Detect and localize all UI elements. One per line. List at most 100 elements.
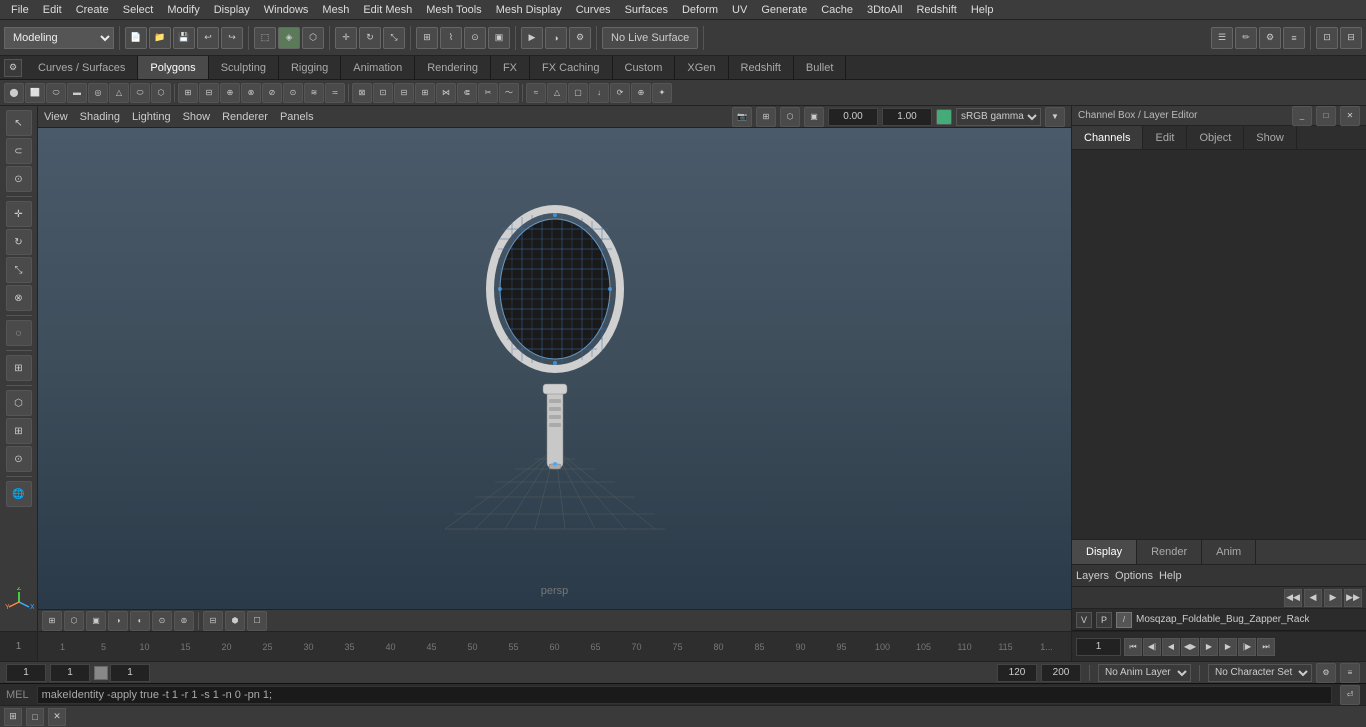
channel-box-close[interactable]: ✕ (1340, 106, 1360, 126)
torus-tool[interactable]: ◎ (88, 83, 108, 103)
menu-select[interactable]: Select (116, 0, 161, 19)
select-by-component-button[interactable]: ⬡ (302, 27, 324, 49)
layers-menu[interactable]: Layers (1076, 570, 1109, 582)
vp-wireframe-button[interactable]: ⬢ (225, 611, 245, 631)
anim-prefs[interactable]: ≡ (1340, 663, 1360, 683)
channel-box-minimize[interactable]: _ (1292, 106, 1312, 126)
rotate-button[interactable]: ↻ (6, 229, 32, 255)
tab-curves-surfaces[interactable]: Curves / Surfaces (26, 56, 138, 79)
new-file-button[interactable]: 📄 (125, 27, 147, 49)
tab-xgen[interactable]: XGen (675, 56, 728, 79)
save-file-button[interactable]: 💾 (173, 27, 195, 49)
append-polygon-tool[interactable]: ⊕ (220, 83, 240, 103)
menu-mesh-display[interactable]: Mesh Display (489, 0, 569, 19)
open-file-button[interactable]: 📁 (149, 27, 171, 49)
play-forward-button[interactable]: ▶ (1200, 638, 1218, 656)
tab-fx-caching[interactable]: FX Caching (530, 56, 612, 79)
vp-wire-button[interactable]: ⬡ (780, 107, 800, 127)
render-current-button[interactable]: ▶ (521, 27, 543, 49)
vp-bottom-btn3[interactable]: ▣ (86, 611, 106, 631)
go-end-button[interactable]: ⏭ (1257, 638, 1275, 656)
vp-bottom-btn4[interactable]: ◑ (108, 611, 128, 631)
tab-object[interactable]: Object (1187, 126, 1244, 149)
options-menu[interactable]: Options (1115, 570, 1153, 582)
tab-channels[interactable]: Channels (1072, 126, 1143, 149)
target-weld-tool[interactable]: ⋈ (436, 83, 456, 103)
tab-sculpting[interactable]: Sculpting (209, 56, 279, 79)
frame-num-input[interactable] (50, 664, 90, 682)
anim-layer-dropdown[interactable]: No Anim Layer (1098, 664, 1191, 682)
vp-isolate-button[interactable]: ⊚ (174, 611, 194, 631)
bevel-tool[interactable]: ⋐ (457, 83, 477, 103)
vp-bottom-btn5[interactable]: ◐ (130, 611, 150, 631)
remesh-tool[interactable]: ⟳ (610, 83, 630, 103)
menu-generate[interactable]: Generate (754, 0, 814, 19)
vp-settings-button[interactable]: ▼ (1045, 107, 1065, 127)
viewport-menu-renderer[interactable]: Renderer (222, 111, 268, 123)
move-tool-button[interactable]: ✛ (335, 27, 357, 49)
frame-selected-button[interactable]: ⊟ (1340, 27, 1362, 49)
go-start-button[interactable]: ⏮ (1124, 638, 1142, 656)
command-input[interactable] (37, 686, 1332, 704)
tab-rendering[interactable]: Rendering (415, 56, 491, 79)
layer-item[interactable]: V P / Mosqzap_Foldable_Bug_Zapper_Rack (1072, 609, 1366, 631)
gamma-input[interactable] (828, 108, 878, 126)
snap-settings-button[interactable]: ⬡ (6, 390, 32, 416)
vp-grid-button[interactable]: ⊞ (756, 107, 776, 127)
frame-all-button[interactable]: ⊡ (1316, 27, 1338, 49)
cylinder-tool[interactable]: ⬭ (46, 83, 66, 103)
layer-color-swatch[interactable]: / (1116, 612, 1132, 628)
layer-back-button[interactable]: ◀ (1304, 589, 1322, 607)
layer-forward-button[interactable]: ▶ (1324, 589, 1342, 607)
disk-tool[interactable]: ⬭ (130, 83, 150, 103)
universal-manip-button[interactable]: ⊗ (6, 285, 32, 311)
fill-hole-tool[interactable]: ⊗ (241, 83, 261, 103)
show-manipulator-button[interactable]: ⊞ (6, 355, 32, 381)
soft-select-button[interactable]: ◌ (6, 320, 32, 346)
separate-tool[interactable]: ≍ (325, 83, 345, 103)
retopology-tool[interactable]: ⊕ (631, 83, 651, 103)
snap-grid-button[interactable]: ⊞ (416, 27, 438, 49)
quadrangulate-tool[interactable]: ▢ (568, 83, 588, 103)
attribute-editor-toggle[interactable]: ✏ (1235, 27, 1257, 49)
sphere-tool[interactable]: ⬤ (4, 83, 24, 103)
vp-shading-button[interactable]: ▣ (804, 107, 824, 127)
tab-show[interactable]: Show (1244, 126, 1297, 149)
menu-create[interactable]: Create (69, 0, 116, 19)
multi-cut-tool[interactable]: ✂ (478, 83, 498, 103)
char-set-dropdown[interactable]: No Character Set (1208, 664, 1312, 682)
snap-point-button[interactable]: ⊙ (464, 27, 486, 49)
cmd-exec-button[interactable]: ⏎ (1340, 685, 1360, 705)
workspace-dropdown[interactable]: Modeling (4, 27, 114, 49)
outliner-toggle[interactable]: ≡ (1283, 27, 1305, 49)
platonic-tool[interactable]: ⬡ (151, 83, 171, 103)
tab-fx[interactable]: FX (491, 56, 530, 79)
char-set-settings[interactable]: ⚙ (1316, 663, 1336, 683)
viewport-menu-panels[interactable]: Panels (280, 111, 314, 123)
channel-box-toggle[interactable]: ☰ (1211, 27, 1233, 49)
tab-redshift[interactable]: Redshift (729, 56, 794, 79)
channel-box-maximize[interactable]: □ (1316, 106, 1336, 126)
viewport-canvas[interactable]: persp (38, 128, 1071, 609)
camera-sel-button[interactable]: 📷 (732, 107, 752, 127)
taskbar-btn1[interactable]: ⊞ (4, 708, 22, 726)
menu-modify[interactable]: Modify (160, 0, 206, 19)
tab-polygons[interactable]: Polygons (138, 56, 208, 79)
lasso-select-button[interactable]: ⊂ (6, 138, 32, 164)
cleanup-tool[interactable]: ✦ (652, 83, 672, 103)
layer-prev-button[interactable]: ◀◀ (1284, 589, 1302, 607)
gamma-select[interactable]: sRGB gamma (956, 108, 1041, 126)
prev-frame-button[interactable]: ◀ (1162, 638, 1180, 656)
snap-to-grid-button[interactable]: ⊞ (6, 418, 32, 444)
tab-edit[interactable]: Edit (1143, 126, 1187, 149)
next-frame-button[interactable]: ▶ (1219, 638, 1237, 656)
viewport-menu-show[interactable]: Show (183, 111, 211, 123)
select-by-object-button[interactable]: ◈ (278, 27, 300, 49)
settings-icon[interactable]: ⚙ (4, 59, 22, 77)
menu-edit[interactable]: Edit (36, 0, 69, 19)
rotate-tool-button[interactable]: ↻ (359, 27, 381, 49)
menu-cache[interactable]: Cache (814, 0, 860, 19)
vp-bottom-btn2[interactable]: ⬡ (64, 611, 84, 631)
connect-tool[interactable]: ⊟ (394, 83, 414, 103)
layer-next-button[interactable]: ▶▶ (1344, 589, 1362, 607)
